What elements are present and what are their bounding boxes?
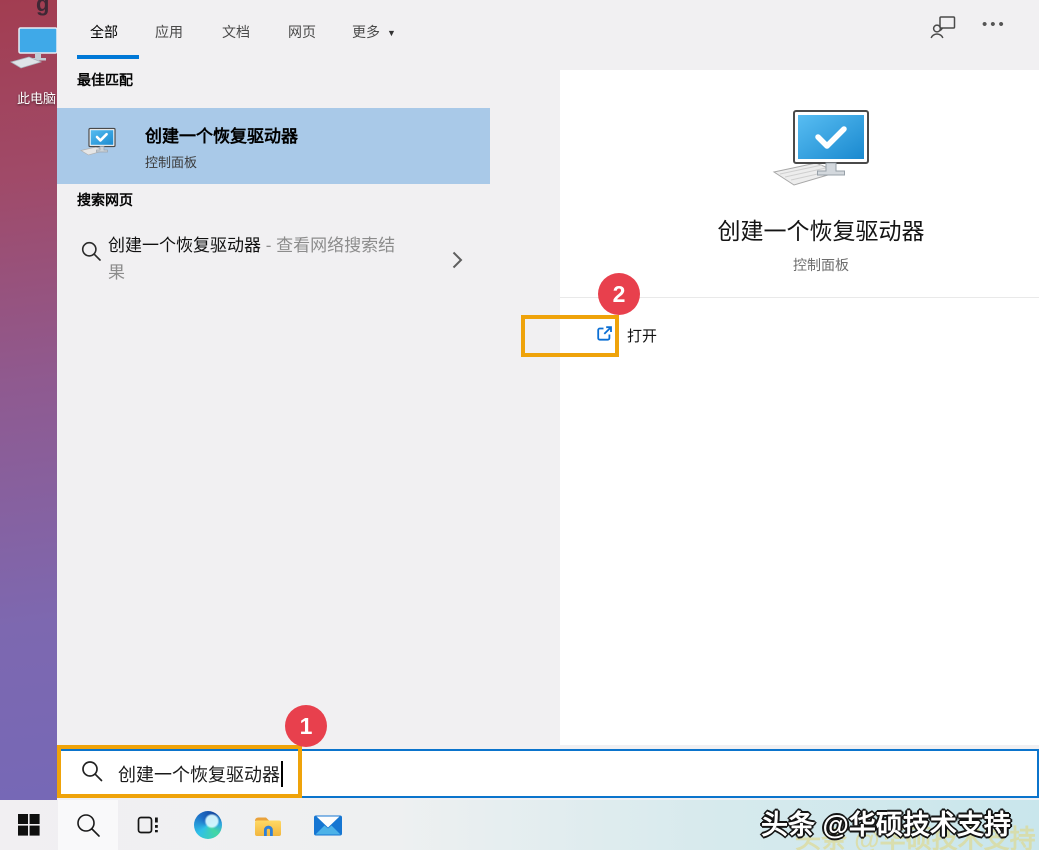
this-pc-label: 此电脑 [17, 88, 56, 107]
preview-title: 创建一个恢复驱动器 [560, 212, 1039, 246]
preview-subtitle: 控制面板 [560, 255, 1039, 275]
taskbar-search-button[interactable] [58, 800, 118, 850]
best-match-header: 最佳匹配 [77, 70, 133, 90]
annotation-step-2: 2 [598, 273, 640, 315]
search-flyout: 全部 应用 文档 网页 更多 ▼ ••• 最佳匹配 [57, 0, 1039, 800]
search-filter-tabs: 全部 应用 文档 网页 更多 ▼ ••• [57, 0, 1039, 62]
web-result-query: 创建一个恢复驱动器 [108, 236, 261, 255]
annotation-step-1: 1 [285, 705, 327, 747]
desktop-background: g 此电脑 [0, 0, 57, 800]
best-match-result[interactable]: 创建一个恢复驱动器 控制面板 [57, 108, 490, 184]
search-icon [80, 240, 103, 268]
tab-all[interactable]: 全部 [90, 22, 118, 42]
tab-apps[interactable]: 应用 [155, 22, 183, 42]
recovery-drive-icon [79, 127, 117, 165]
web-search-result[interactable]: 创建一个恢复驱动器 - 查看网络搜索结果 [57, 224, 490, 300]
wallpaper-text-fragment: g [36, 0, 49, 17]
mail-icon [314, 814, 342, 837]
preview-pane: 创建一个恢复驱动器 控制面板 打开 [560, 70, 1039, 745]
web-result-text: 创建一个恢复驱动器 - 查看网络搜索结果 [108, 232, 400, 286]
result-subtitle: 控制面板 [145, 152, 298, 171]
this-pc-icon[interactable] [9, 26, 57, 77]
mail-button[interactable] [298, 800, 358, 850]
screen: g 此电脑 全部 应用 文档 网页 更多 ▼ [0, 0, 1039, 850]
chevron-right-icon[interactable] [451, 250, 464, 275]
file-explorer-button[interactable] [238, 800, 298, 850]
tab-documents[interactable]: 文档 [222, 22, 250, 42]
chevron-down-icon: ▼ [387, 28, 396, 38]
edge-browser-button[interactable] [178, 800, 238, 850]
tab-web[interactable]: 网页 [288, 22, 316, 42]
watermark: 头条 @华硕技术支持 [761, 803, 1011, 842]
result-title: 创建一个恢复驱动器 [145, 122, 298, 147]
annotation-box-1 [57, 745, 302, 798]
annotation-box-2 [521, 315, 619, 357]
ellipsis-icon[interactable]: ••• [982, 16, 1007, 33]
best-match-texts: 创建一个恢复驱动器 控制面板 [145, 122, 298, 171]
active-tab-underline [77, 55, 139, 59]
web-search-header: 搜索网页 [77, 190, 133, 210]
task-view-button[interactable] [118, 800, 178, 850]
start-button[interactable] [0, 800, 58, 850]
feedback-user-icon[interactable] [930, 15, 957, 45]
open-action-label: 打开 [627, 325, 657, 346]
tab-more-label: 更多 [352, 24, 380, 40]
tab-more[interactable]: 更多 ▼ [352, 22, 396, 42]
recovery-drive-icon-large [766, 108, 876, 196]
file-explorer-icon [253, 812, 283, 839]
edge-icon [194, 811, 222, 839]
